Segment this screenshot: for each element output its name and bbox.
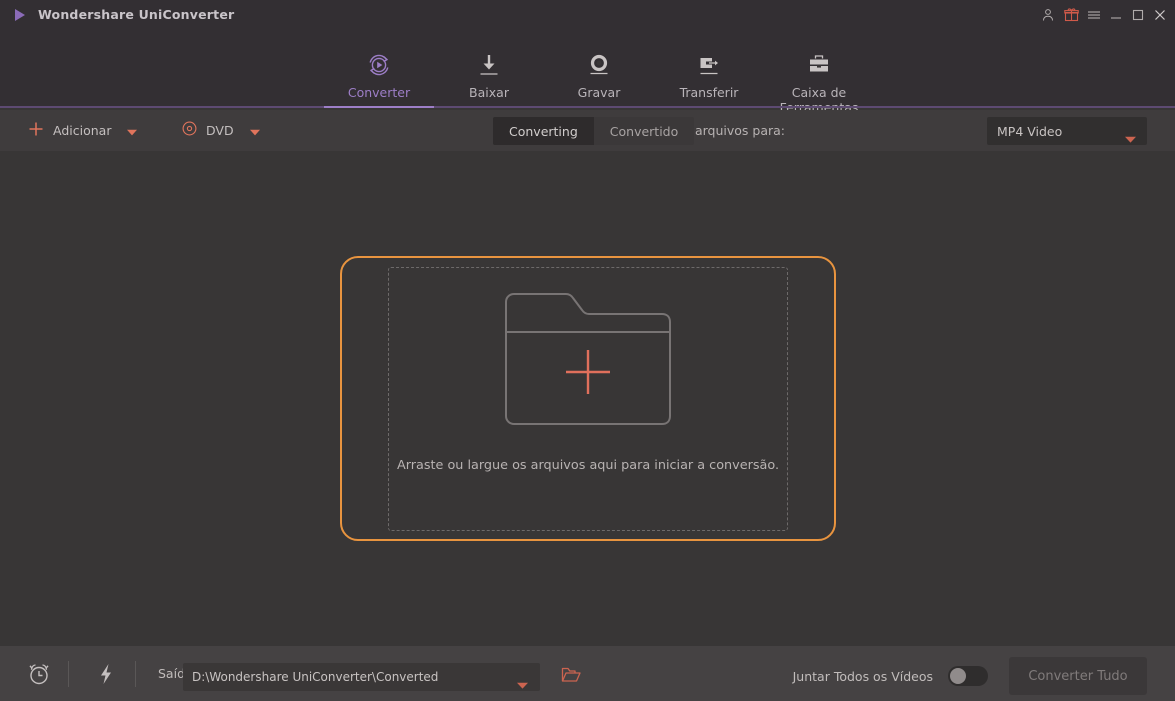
file-drop-zone-inner: Arraste ou largue os arquivos aqui para … bbox=[388, 266, 788, 531]
output-path-value: D:\Wondershare UniConverter\Converted bbox=[192, 670, 439, 684]
app-logo-icon bbox=[10, 5, 30, 25]
add-files-button[interactable]: Adicionar bbox=[28, 110, 138, 151]
account-icon[interactable] bbox=[1037, 0, 1059, 29]
plus-icon bbox=[28, 121, 44, 141]
minimize-button[interactable] bbox=[1105, 0, 1127, 29]
maximize-button[interactable] bbox=[1127, 0, 1149, 29]
nav-underline bbox=[0, 106, 1175, 108]
tab-convertido[interactable]: Convertido bbox=[594, 117, 694, 145]
main-content-area: Arraste ou largue os arquivos aqui para … bbox=[0, 151, 1175, 646]
chevron-down-icon[interactable] bbox=[249, 121, 260, 140]
transfer-device-icon bbox=[694, 50, 724, 80]
output-path-field[interactable]: D:\Wondershare UniConverter\Converted bbox=[183, 663, 540, 691]
disc-icon bbox=[182, 121, 197, 140]
download-arrow-icon bbox=[474, 50, 504, 80]
main-navigation: Converter Baixar Gravar Transferir Caixa… bbox=[0, 29, 1175, 115]
file-drop-zone[interactable]: Arraste ou largue os arquivos aqui para … bbox=[340, 256, 836, 541]
chevron-down-icon[interactable] bbox=[127, 121, 138, 140]
dvd-button[interactable]: DVD bbox=[182, 110, 260, 151]
toggle-knob bbox=[950, 668, 966, 684]
nav-tab-label: Converter bbox=[347, 85, 411, 100]
burn-disc-icon bbox=[584, 50, 614, 80]
open-folder-button[interactable] bbox=[556, 663, 586, 691]
nav-tab-converter[interactable]: Converter bbox=[324, 29, 434, 108]
nav-tab-label: Baixar bbox=[469, 85, 509, 100]
output-format-select[interactable]: MP4 Video bbox=[987, 117, 1147, 145]
divider bbox=[135, 660, 136, 687]
folder-plus-icon[interactable] bbox=[500, 288, 676, 436]
nav-tab-transferir[interactable]: Transferir bbox=[654, 29, 764, 108]
window-controls bbox=[1037, 0, 1171, 29]
tab-converting[interactable]: Converting bbox=[493, 117, 594, 145]
output-format-value: MP4 Video bbox=[997, 123, 1063, 139]
convert-all-button[interactable]: Converter Tudo bbox=[1009, 657, 1147, 695]
toolbox-briefcase-icon bbox=[804, 50, 834, 80]
nav-tab-label: Gravar bbox=[577, 85, 621, 100]
gift-icon[interactable] bbox=[1059, 0, 1083, 29]
merge-videos-toggle[interactable] bbox=[948, 666, 988, 686]
app-title: Wondershare UniConverter bbox=[38, 7, 235, 22]
nav-tab-baixar[interactable]: Baixar bbox=[434, 29, 544, 108]
menu-icon[interactable] bbox=[1083, 0, 1105, 29]
nav-active-indicator bbox=[324, 106, 434, 108]
lightning-bolt-icon[interactable] bbox=[89, 657, 123, 691]
close-button[interactable] bbox=[1149, 0, 1171, 29]
alarm-clock-icon[interactable] bbox=[22, 657, 56, 691]
chevron-down-icon bbox=[517, 674, 528, 693]
nav-tab-label: Transferir bbox=[679, 85, 739, 100]
title-bar: Wondershare UniConverter bbox=[0, 0, 1175, 29]
convert-circular-arrow-icon bbox=[364, 50, 394, 80]
divider bbox=[68, 660, 69, 687]
merge-videos-label: Juntar Todos os Vídeos bbox=[792, 669, 933, 684]
nav-tab-caixa-de-ferramentas[interactable]: Caixa de Ferramentas bbox=[764, 29, 874, 115]
drop-zone-instruction: Arraste ou largue os arquivos aqui para … bbox=[396, 457, 780, 473]
nav-tab-gravar[interactable]: Gravar bbox=[544, 29, 654, 108]
status-tabs: Converting Convertido bbox=[493, 117, 695, 145]
bottom-bar: Saída: bbox=[0, 646, 1175, 701]
add-files-label: Adicionar bbox=[53, 123, 112, 138]
dvd-label: DVD bbox=[206, 123, 234, 138]
open-folder-icon bbox=[561, 666, 581, 688]
chevron-down-icon bbox=[1125, 128, 1136, 147]
